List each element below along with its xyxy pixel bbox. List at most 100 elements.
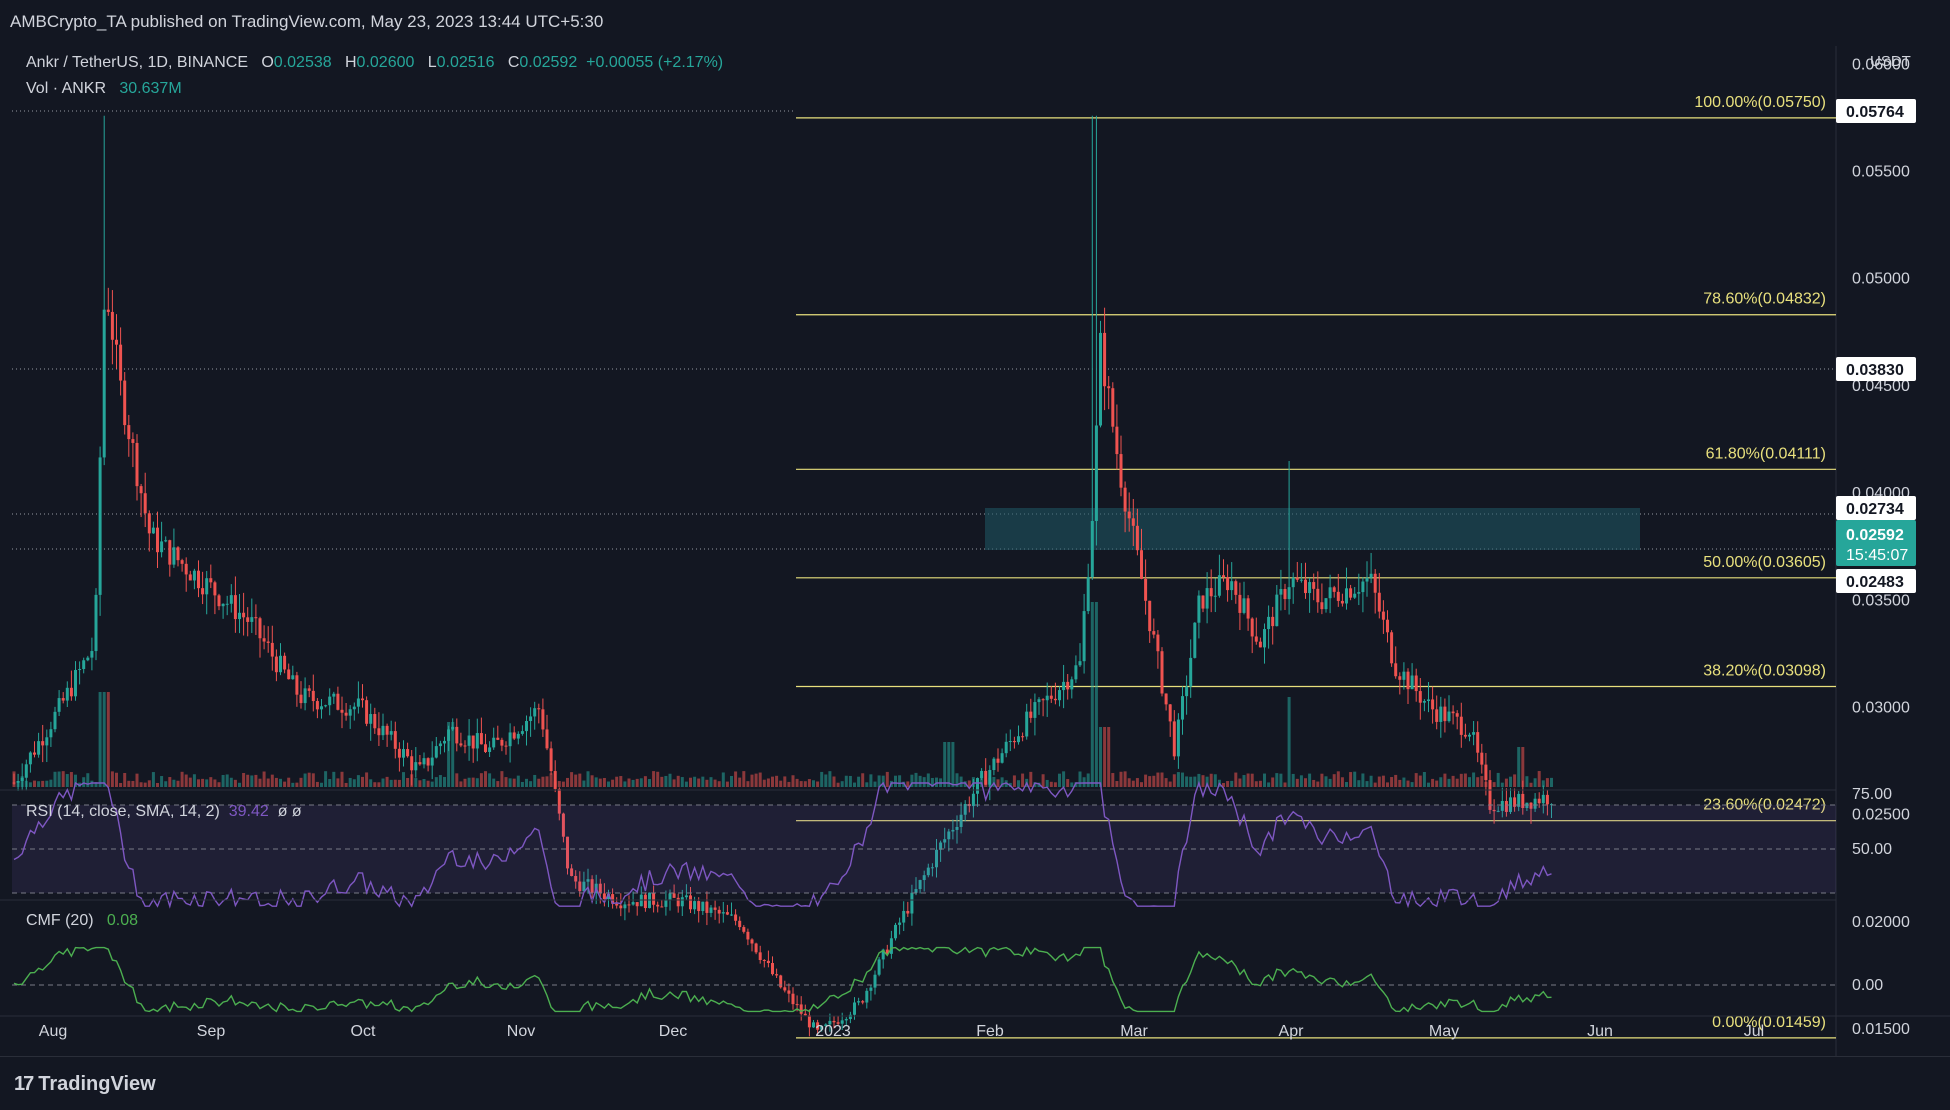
cmf-label[interactable]: CMF (20) [26, 912, 94, 929]
volume-bar [742, 771, 746, 787]
candle-body [1316, 588, 1320, 603]
candle-body [414, 762, 418, 771]
volume-bar [693, 776, 697, 787]
volume-bar [750, 774, 754, 787]
candle-body [1197, 595, 1201, 623]
candle-body [1468, 734, 1471, 737]
candle-body [184, 563, 188, 575]
candle-body [1328, 587, 1332, 599]
candle-body [992, 758, 996, 771]
candle-body [684, 895, 688, 898]
volume-bar [853, 782, 856, 787]
volume-bar [488, 773, 492, 787]
candle-body [1037, 699, 1041, 703]
volume-bar [1439, 777, 1443, 787]
candle-body [1267, 616, 1271, 630]
volume-bar [922, 777, 926, 787]
volume-bar [775, 775, 779, 787]
volume-bar [1336, 771, 1340, 787]
volume-bar [1209, 773, 1213, 787]
candle-body [520, 731, 524, 734]
candle-body [1021, 736, 1025, 738]
candle-body [742, 927, 746, 932]
volume-bar [668, 773, 672, 787]
candle-body [426, 758, 430, 766]
candle-body [1431, 699, 1435, 710]
volume-bar [508, 778, 512, 787]
candle-body [1353, 593, 1357, 598]
volume-bar [537, 778, 541, 787]
candle-body [1414, 675, 1418, 692]
close-label: C [507, 54, 520, 71]
candle-body [229, 595, 233, 604]
tradingview-logo[interactable]: 17 TradingView [14, 1073, 156, 1096]
candle-body [1386, 619, 1389, 633]
volume-bar [951, 742, 955, 787]
candle-body [701, 901, 705, 912]
volume-bar [1525, 776, 1529, 787]
symbol-name[interactable]: Ankr / TetherUS, 1D, BINANCE [26, 54, 248, 71]
volume-bar [131, 780, 135, 787]
volume-bar [332, 771, 336, 787]
volume-bar [156, 782, 159, 787]
candle-body [1176, 719, 1180, 757]
candle-body [164, 540, 168, 542]
volume-bar [529, 781, 533, 787]
candle-body [1205, 588, 1209, 609]
volume-bar [996, 779, 1000, 787]
volume-bar [291, 782, 295, 787]
volume-bar [123, 772, 127, 787]
candle-body [1181, 696, 1184, 720]
candle-body [996, 758, 1000, 763]
fib-level-label: 100.00%(0.05750) [1694, 94, 1826, 111]
volume-bar [500, 771, 504, 787]
volume-bar [730, 775, 733, 787]
candle-body [1537, 798, 1541, 804]
volume-bar [348, 777, 352, 787]
volume-bar [598, 778, 602, 787]
candle-body [1472, 732, 1476, 735]
volume-bar [594, 777, 598, 787]
volume-bar [947, 742, 951, 787]
price-tick-label: 0.05500 [1852, 164, 1910, 181]
candle-body [848, 1014, 852, 1020]
volume-bar [779, 780, 783, 787]
volume-bar [1176, 772, 1180, 787]
candle-body [1324, 598, 1328, 610]
volume-bar [701, 776, 705, 787]
volume-bar [1332, 774, 1336, 787]
candle-body [1107, 386, 1111, 389]
candle-body [533, 708, 537, 717]
candle-body [139, 486, 143, 494]
volume-bar [447, 722, 451, 787]
volume-bar [984, 779, 988, 787]
candle-body [1336, 591, 1340, 601]
candle-body [369, 714, 373, 724]
volume-bar [1545, 778, 1549, 787]
rsi-label[interactable]: RSI (14, close, SMA, 14, 2) [26, 803, 220, 820]
volume-bar [1529, 782, 1533, 787]
candle-body [143, 493, 147, 514]
volume-bar [475, 778, 479, 787]
chart-canvas[interactable]: USDT0.060000.055000.050000.045000.040000… [0, 46, 1950, 1056]
volume-bar [414, 778, 418, 787]
candle-body [151, 527, 155, 534]
candle-body [725, 912, 729, 915]
candle-body [1365, 577, 1369, 582]
volume-label[interactable]: Vol · ANKR [26, 80, 106, 97]
volume-bar [807, 779, 811, 787]
candle-body [1381, 611, 1385, 620]
volume-bar [812, 780, 815, 787]
volume-bar [1459, 773, 1463, 787]
candle-body [877, 959, 881, 975]
volume-bar [664, 775, 668, 787]
volume-bar [1062, 771, 1066, 787]
volume-bar [201, 778, 205, 787]
volume-bar [98, 692, 102, 787]
chart-area[interactable]: USDT 0.06000 0.05500 0.05000 0.04500 0.04000 0… [0, 46, 1950, 1056]
time-tick-label: Dec [659, 1023, 687, 1040]
volume-bar [1427, 782, 1430, 787]
volume-bar [1021, 773, 1025, 787]
candle-body [197, 570, 200, 589]
volume-bar [1226, 781, 1230, 787]
